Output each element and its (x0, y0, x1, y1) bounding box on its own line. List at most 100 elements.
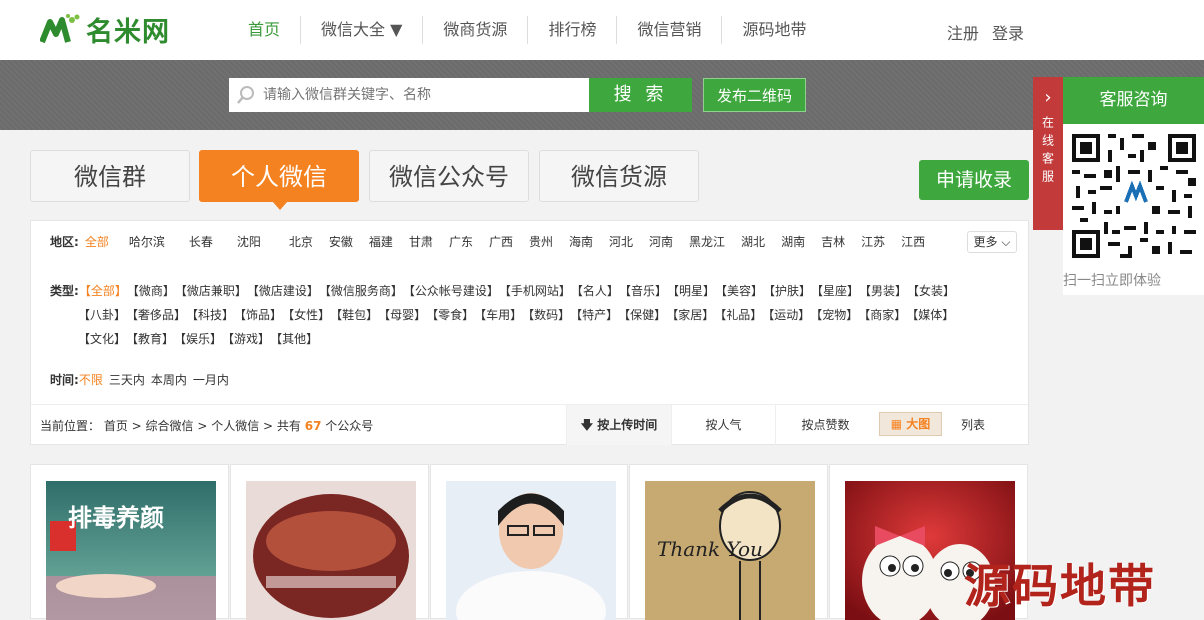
time-item[interactable]: 本周内 (151, 371, 187, 388)
type-item[interactable]: 【微店建设】 (247, 283, 319, 299)
auth-links: 注册 登录 (947, 20, 1024, 44)
type-item[interactable]: 【其他】 (270, 331, 318, 347)
region-item[interactable]: 长春 (189, 233, 213, 250)
type-item[interactable]: 【女性】 (282, 307, 330, 323)
result-card[interactable]: 排毒养颜 (30, 464, 229, 620)
type-item[interactable]: 【数码】 (522, 307, 570, 323)
apply-listing-button[interactable]: 申请收录 (919, 160, 1029, 200)
region-label: 地区: (50, 235, 79, 249)
region-item[interactable]: 哈尔滨 (129, 233, 165, 250)
type-item[interactable]: 【八卦】 (78, 307, 126, 323)
type-item[interactable]: 【商家】 (858, 307, 906, 323)
type-item[interactable]: 【车用】 (474, 307, 522, 323)
card-thumbnail[interactable]: Thank You (645, 481, 816, 620)
tab-official-account[interactable]: 微信公众号 (369, 150, 529, 202)
region-item[interactable]: 河北 (609, 233, 633, 250)
tab-personal-wechat[interactable]: 个人微信 (199, 150, 359, 210)
nav-wechat-all[interactable]: 微信大全 ▼ (301, 16, 424, 44)
search-input[interactable] (263, 79, 581, 111)
view-grid-button[interactable]: ▦ 大图 (879, 412, 942, 436)
region-item[interactable]: 黑龙江 (689, 233, 725, 250)
type-item[interactable]: 【媒体】 (906, 307, 954, 323)
type-item[interactable]: 【手机网站】 (499, 283, 571, 299)
tab-wechat-goods[interactable]: 微信货源 (539, 150, 699, 202)
type-item[interactable]: 【娱乐】 (174, 331, 222, 347)
type-item[interactable]: 【明星】 (667, 283, 715, 299)
type-item[interactable]: 【名人】 (571, 283, 619, 299)
sort-by-likes[interactable]: 按点赞数 (775, 405, 875, 445)
type-item[interactable]: 【运动】 (762, 307, 810, 323)
type-item[interactable]: 【全部】 (79, 283, 127, 299)
breadcrumb: 当前位置： 首页 > 综合微信 > 个人微信 > 共有 67 个公众号 (40, 417, 373, 434)
type-item[interactable]: 【宠物】 (810, 307, 858, 323)
type-item[interactable]: 【护肤】 (763, 283, 811, 299)
nav-marketing[interactable]: 微信营销 (617, 16, 723, 44)
card-thumbnail[interactable]: 排毒养颜 (46, 481, 216, 620)
more-regions-button[interactable]: 更多 ⌵ (967, 231, 1017, 253)
type-item[interactable]: 【教育】 (126, 331, 174, 347)
region-item[interactable]: 江苏 (861, 233, 885, 250)
type-item[interactable]: 【科技】 (186, 307, 234, 323)
search-button[interactable]: 搜 索 (589, 78, 692, 112)
region-item[interactable]: 海南 (569, 233, 593, 250)
type-item[interactable]: 【零食】 (426, 307, 474, 323)
type-item[interactable]: 【奢侈品】 (126, 307, 186, 323)
region-item[interactable]: 吉林 (821, 233, 845, 250)
type-item[interactable]: 【美容】 (715, 283, 763, 299)
publish-qrcode-button[interactable]: 发布二维码 (703, 78, 806, 112)
result-card[interactable] (229, 464, 429, 620)
type-item[interactable]: 【家居】 (666, 307, 714, 323)
nav-merchant-source[interactable]: 微商货源 (423, 16, 529, 44)
nav-home[interactable]: 首页 (228, 16, 302, 44)
type-item[interactable]: 【母婴】 (378, 307, 426, 323)
type-item[interactable]: 【饰品】 (234, 307, 282, 323)
time-item[interactable]: 三天内 (109, 371, 145, 388)
region-item[interactable]: 湖南 (781, 233, 805, 250)
register-link[interactable]: 注册 (947, 24, 979, 43)
region-item[interactable]: 广东 (449, 233, 473, 250)
region-item[interactable]: 沈阳 (237, 233, 261, 250)
tab-wechat-group[interactable]: 微信群 (30, 150, 190, 202)
sort-by-popularity[interactable]: 按人气 (671, 405, 775, 445)
time-label: 时间: (50, 373, 79, 387)
region-item[interactable]: 北京 (289, 233, 313, 250)
type-item[interactable]: 【微信服务商】 (319, 283, 403, 299)
result-card[interactable] (429, 464, 629, 620)
view-list-button[interactable]: 列表 (961, 405, 985, 445)
type-item[interactable]: 【音乐】 (619, 283, 667, 299)
type-item[interactable]: 【公众帐号建设】 (403, 283, 499, 299)
time-item[interactable]: 不限 (79, 371, 103, 388)
region-item[interactable]: 湖北 (741, 233, 765, 250)
nav-ranking[interactable]: 排行榜 (528, 16, 618, 44)
region-item[interactable]: 甘肃 (409, 233, 433, 250)
nav-source-code[interactable]: 源码地带 (722, 16, 826, 44)
region-item[interactable]: 安徽 (329, 233, 353, 250)
online-service-tab[interactable]: › 在线客服 (1033, 77, 1063, 230)
type-item[interactable]: 【保健】 (618, 307, 666, 323)
region-item[interactable]: 福建 (369, 233, 393, 250)
card-thumbnail[interactable] (445, 481, 616, 620)
card-thumbnail[interactable] (245, 481, 416, 620)
result-card[interactable]: Thank You (629, 464, 829, 620)
region-item[interactable]: 河南 (649, 233, 673, 250)
type-item[interactable]: 【鞋包】 (330, 307, 378, 323)
type-item[interactable]: 【文化】 (78, 331, 126, 347)
breadcrumb-path[interactable]: 首页 > 综合微信 > 个人微信 > 共有 (104, 419, 301, 433)
chevron-down-icon: ⌵ (1001, 235, 1011, 249)
type-item[interactable]: 【微商】 (127, 283, 175, 299)
login-link[interactable]: 登录 (992, 24, 1024, 43)
type-item[interactable]: 【星座】 (811, 283, 859, 299)
type-item[interactable]: 【礼品】 (714, 307, 762, 323)
type-item[interactable]: 【微店兼职】 (175, 283, 247, 299)
sort-by-time[interactable]: 🡇 按上传时间 (566, 405, 671, 445)
region-item[interactable]: 贵州 (529, 233, 553, 250)
region-item[interactable]: 广西 (489, 233, 513, 250)
time-item[interactable]: 一月内 (193, 371, 229, 388)
type-item[interactable]: 【游戏】 (222, 331, 270, 347)
site-logo[interactable]: 名米网 (39, 12, 170, 48)
region-item[interactable]: 江西 (901, 233, 925, 250)
type-item[interactable]: 【特产】 (570, 307, 618, 323)
type-item[interactable]: 【女装】 (907, 283, 955, 299)
region-item[interactable]: 全部 (85, 233, 109, 250)
type-item[interactable]: 【男装】 (859, 283, 907, 299)
